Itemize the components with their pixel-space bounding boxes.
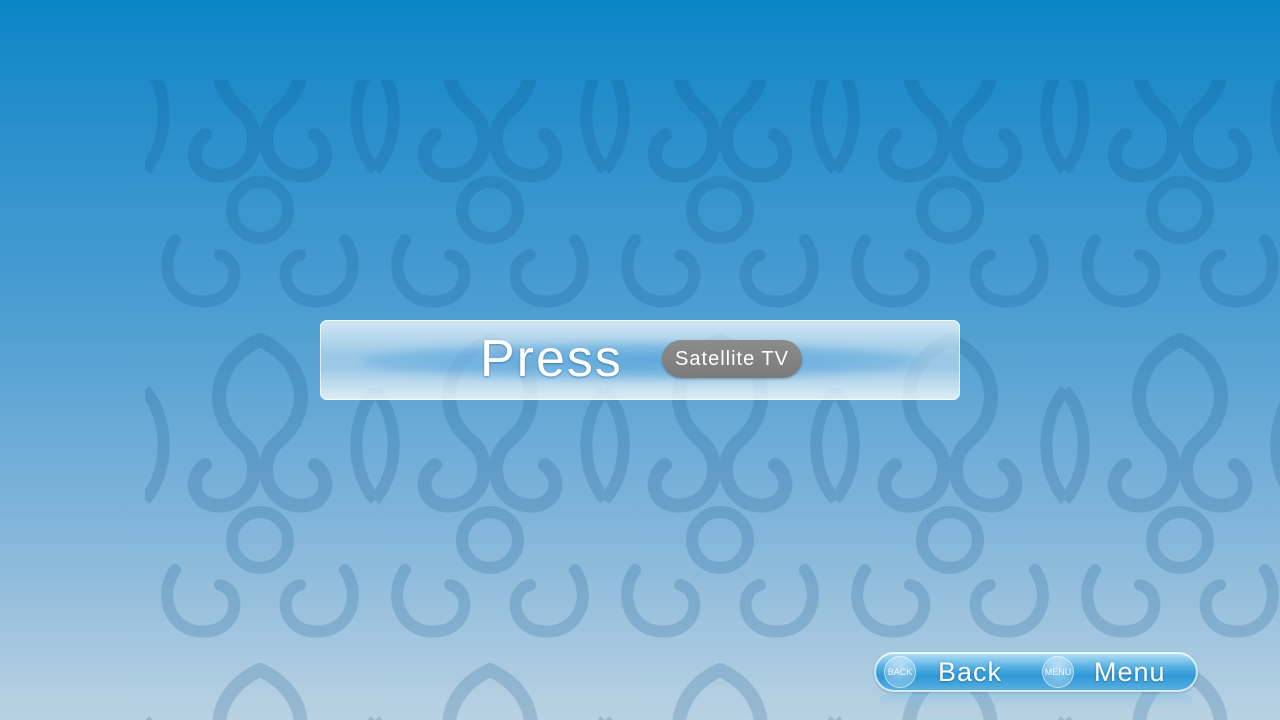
satellite-tv-key-badge: Satellite TV: [662, 340, 802, 378]
menu-button[interactable]: MENU Menu: [1042, 652, 1166, 692]
menu-label: Menu: [1094, 656, 1166, 687]
back-button[interactable]: BACK Back: [884, 652, 1002, 692]
dialog-message: Press: [480, 330, 623, 388]
back-label: Back: [938, 656, 1003, 687]
dialog-glow: [360, 342, 920, 380]
bottom-nav-bar: BACK Back MENU Menu: [874, 652, 1198, 692]
back-key-icon: BACK: [884, 656, 916, 688]
nav-bar-reflection: [880, 694, 1192, 708]
press-key-dialog: Press Satellite TV: [320, 320, 960, 400]
menu-key-icon: MENU: [1042, 656, 1074, 688]
